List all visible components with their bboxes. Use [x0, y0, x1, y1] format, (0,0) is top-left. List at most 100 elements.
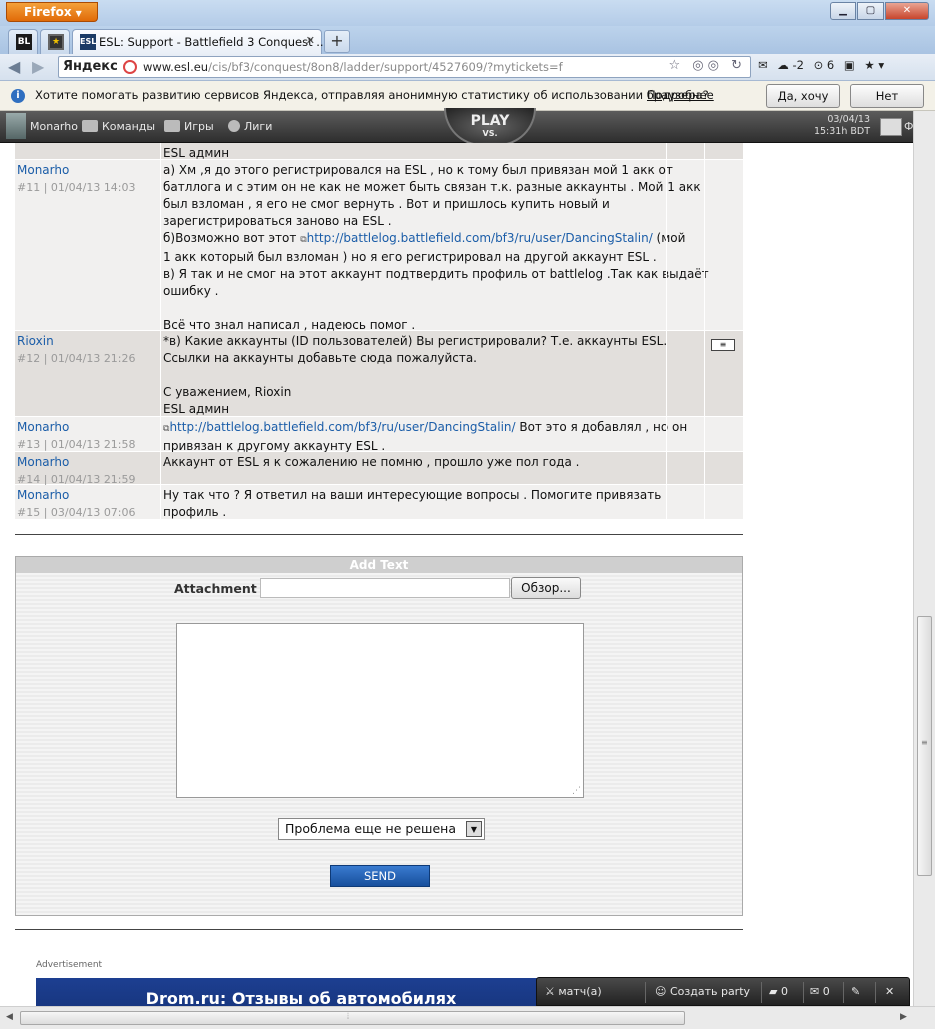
tab-pinned-star[interactable]: ★ — [40, 29, 70, 54]
vertical-scroll-thumb[interactable]: ≡ — [917, 616, 932, 876]
games-icon — [164, 120, 180, 132]
new-tab-button[interactable]: + — [324, 30, 350, 53]
url-path: /cis/bf3/conquest/8on8/ladder/support/45… — [208, 60, 563, 74]
tools-icon[interactable]: ✕ — [885, 985, 894, 998]
horizontal-scrollbar[interactable]: ◀ ⦙ ▶ — [0, 1006, 935, 1029]
ticket-message-row: Monarho #13 | 01/04/13 21:58 ⧉http://battl… — [15, 417, 743, 453]
chat-item[interactable]: ▰ 0 — [769, 985, 788, 998]
user-avatar[interactable] — [6, 113, 26, 139]
window-toggle-icon[interactable] — [880, 118, 902, 136]
site-navbar: Monarho Команды Игры Лиги PLAY VS. 03/04/… — [0, 108, 913, 146]
message-author-link[interactable]: Rioxin — [17, 333, 160, 350]
message-line: профиль . — [163, 504, 664, 521]
attachment-file-input[interactable] — [260, 578, 510, 598]
create-party-item[interactable]: ☺ Создать party — [655, 985, 750, 998]
message-body: *в) Какие аккаунты (ID пользователей) Вы… — [160, 331, 668, 416]
info-icon: i — [11, 89, 25, 103]
scroll-right-arrow-icon[interactable]: ▶ — [900, 1012, 907, 1022]
message-line: в) Я так и не смог на этот аккаунт подтв… — [163, 266, 709, 283]
maximize-button[interactable]: ▢ — [857, 2, 884, 20]
message-author-cell: Rioxin #12 | 01/04/13 21:26 — [15, 331, 160, 416]
traffic-extension-icon[interactable]: ⊙ 6 — [814, 58, 835, 72]
chevron-down-icon[interactable]: ▼ — [466, 821, 482, 837]
resize-grip-icon[interactable]: ⋰ — [572, 786, 581, 796]
minimize-button[interactable]: ▁ — [830, 2, 856, 20]
nav-games[interactable]: Игры — [164, 120, 214, 133]
message-line-text: *в) Какие аккаунты (ID пользователей) Вы… — [163, 334, 668, 348]
message-line-text: Вот это я добавлял , но он — [515, 420, 688, 434]
message-body: Аккаунт от ESL я к сожалению не помню , … — [160, 452, 666, 484]
back-arrow-icon[interactable]: ◀ — [8, 57, 20, 76]
message-action-cell — [704, 143, 743, 159]
weather-extension-icon[interactable]: ☁ -2 — [777, 58, 804, 72]
message-line: был взломан , я его не смог вернуть . Во… — [163, 196, 664, 213]
mail-item[interactable]: ✉ 0 — [810, 985, 830, 998]
translate-extension-icon[interactable]: ▣ — [844, 58, 855, 72]
scroll-grip-icon: ≡ — [921, 738, 928, 747]
add-text-form: Add Text Attachment Обзор... ⋰ Проблема … — [15, 556, 743, 916]
message-author-link[interactable]: Monarho — [17, 162, 160, 179]
message-line-text: в) Я так и не смог на этот аккаунт подтв… — [163, 267, 709, 281]
message-author-link[interactable]: Monarho — [17, 487, 160, 504]
yandex-search-brand[interactable]: Яндекс — [63, 59, 118, 74]
site-identity-icon[interactable] — [123, 60, 137, 74]
infobar-more-link[interactable]: Подробнее — [647, 88, 714, 102]
advertisement-banner[interactable]: Drom.ru: Отзывы об автомобилях — [36, 978, 566, 1006]
leagues-icon — [228, 120, 240, 132]
infobar-no-button[interactable]: Нет — [850, 84, 924, 108]
message-author-cell: Monarho #13 | 01/04/13 21:58 — [15, 417, 160, 451]
firefox-menu-label: Firefox — [24, 5, 72, 19]
scroll-left-arrow-icon[interactable]: ◀ — [6, 1012, 13, 1022]
browse-button[interactable]: Обзор... — [511, 577, 581, 599]
message-line: *в) Какие аккаунты (ID пользователей) Вы… — [163, 333, 668, 350]
battlelog-profile-link[interactable]: http://battlelog.battlefield.com/bf3/ru/… — [307, 231, 653, 245]
playvs-logo[interactable]: PLAY VS. — [444, 108, 536, 146]
message-textarea[interactable]: ⋰ — [176, 623, 584, 798]
message-line-text: привязан к другому аккаунту ESL . — [163, 439, 386, 453]
forward-arrow-icon[interactable]: ▶ — [32, 57, 44, 76]
message-action-cell — [666, 485, 704, 519]
infobar-text: Хотите помогать развитию сервисов Яндекс… — [35, 88, 709, 102]
url-bar[interactable]: Яндекс www.esl.eu/cis/bf3/conquest/8on8/… — [58, 56, 751, 78]
message-action-cell — [704, 160, 743, 330]
navigation-toolbar: ◀ ▶ Яндекс www.esl.eu/cis/bf3/conquest/8… — [0, 54, 935, 81]
battlelog-profile-link[interactable]: http://battlelog.battlefield.com/bf3/ru/… — [169, 420, 515, 434]
teams-icon — [82, 120, 98, 132]
nav-user-monarho[interactable]: Monarho — [30, 120, 78, 133]
message-line: С уважением, Rioxin — [163, 384, 664, 401]
message-author-link[interactable]: Monarho — [17, 454, 160, 471]
message-line-text: Всё что знал написал , надеюсь помог . — [163, 318, 416, 332]
bookmark-star-icon[interactable]: ☆ ◎◎ ↻ — [669, 58, 747, 73]
message-action-cell — [704, 485, 743, 519]
url-text[interactable]: www.esl.eu/cis/bf3/conquest/8on8/ladder/… — [143, 60, 563, 74]
tab-esl-support[interactable]: ESL ESL: Support - Battlefield 3 Conques… — [72, 29, 327, 54]
vertical-scrollbar[interactable]: ≡ — [913, 111, 935, 1006]
matches-item[interactable]: ⚔ матч(а) — [545, 985, 602, 998]
message-action-cell — [666, 331, 704, 416]
feather-icon[interactable]: ✎ — [851, 985, 860, 998]
window-titlebar: Firefox ▼ ▁ ▢ ✕ — [0, 0, 935, 26]
mail-envelope-icon[interactable]: ≡ — [711, 339, 735, 351]
ticket-message-row: ESL админ — [15, 143, 743, 160]
message-author-link[interactable]: Monarho — [17, 419, 160, 436]
message-line-text: был взломан , я его не смог вернуть . Во… — [163, 197, 610, 211]
nav-leagues[interactable]: Лиги — [228, 120, 272, 133]
nav-teams[interactable]: Команды — [82, 120, 155, 133]
server-date: 03/04/13 — [827, 114, 870, 125]
message-meta: #13 | 01/04/13 21:58 — [17, 438, 136, 451]
infobar-yes-button[interactable]: Да, хочу — [766, 84, 840, 108]
close-window-button[interactable]: ✕ — [885, 2, 929, 20]
toolbar-extensions: ✉ ☁ -2 ⊙ 6 ▣ ★ ▾ — [758, 58, 890, 72]
firefox-menu-button[interactable]: Firefox ▼ — [6, 2, 98, 22]
tab-close-icon[interactable]: ✕ — [306, 34, 315, 47]
tab-pinned-bl[interactable]: BL — [8, 29, 38, 54]
ticket-status-select[interactable]: Проблема еще не решена ▼ — [278, 818, 485, 840]
playvs-logo-main: PLAY — [470, 113, 510, 129]
horizontal-scroll-thumb[interactable]: ⦙ — [20, 1011, 685, 1025]
bookmarks-menu-icon[interactable]: ★ ▾ — [864, 58, 884, 72]
message-line: Аккаунт от ESL я к сожалению не помню , … — [163, 454, 664, 471]
message-line: батллога и с этим он не как не может быт… — [163, 179, 701, 196]
send-button[interactable]: SEND — [330, 865, 430, 887]
divider — [15, 929, 743, 930]
mail-extension-icon[interactable]: ✉ — [758, 58, 768, 72]
